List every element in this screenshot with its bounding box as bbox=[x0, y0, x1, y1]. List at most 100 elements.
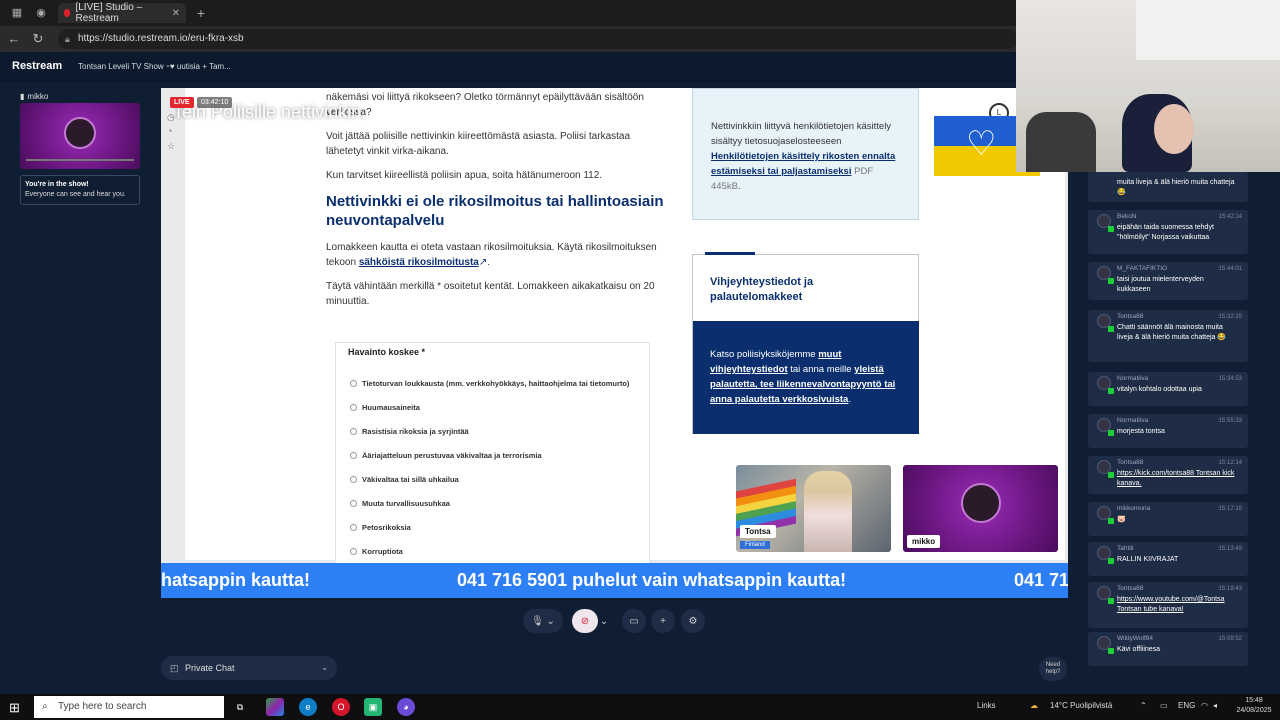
weather-icon: ☁ bbox=[1030, 701, 1038, 710]
windows-start-icon[interactable]: ⊞ bbox=[9, 700, 20, 716]
heart-icon: ♡ bbox=[966, 125, 997, 163]
radio-icon[interactable] bbox=[350, 452, 357, 459]
reload-icon[interactable]: ↻ bbox=[30, 31, 46, 47]
badge-icon bbox=[1108, 518, 1114, 524]
links-toolbar[interactable]: Links bbox=[977, 701, 996, 710]
radio-icon[interactable] bbox=[350, 548, 357, 555]
external-link-icon: ↗ bbox=[478, 257, 488, 268]
network-icon[interactable]: ▭ bbox=[1160, 701, 1168, 710]
clock[interactable]: 15:48 24/08/2025 bbox=[1232, 696, 1276, 716]
contact-title: Vihjeyhteystiedot ja palautelomakkeet bbox=[710, 276, 814, 303]
self-camera-preview[interactable] bbox=[20, 103, 140, 169]
mic-button[interactable]: 🎙︎ ⌄ bbox=[523, 609, 563, 633]
back-arrow-icon[interactable]: ← bbox=[6, 31, 22, 46]
chat-message: muita liveja & älä hieriö muita chatteja… bbox=[1088, 172, 1248, 202]
new-tab-button[interactable]: + bbox=[194, 6, 208, 20]
chat-link[interactable]: https://kick.com/tontsa88 Tontsan kick k… bbox=[1117, 469, 1239, 489]
badge-icon bbox=[1108, 472, 1114, 478]
guest-name: mikko bbox=[907, 535, 941, 548]
guest-tile-mikko[interactable]: mikko bbox=[903, 465, 1058, 552]
language-indicator[interactable]: ENG bbox=[1178, 701, 1195, 710]
chat-message: Tahtili 15:13:49 RALLIN KIIVRAJAT bbox=[1088, 542, 1248, 576]
radio-option[interactable]: Muuta turvallisuusuhkaa bbox=[350, 499, 450, 508]
share-screen-button[interactable]: ▭ bbox=[622, 609, 646, 633]
wifi-icon[interactable]: ◠ bbox=[1201, 701, 1208, 710]
radio-icon[interactable] bbox=[350, 524, 357, 531]
window-menu-icon[interactable]: ▦ bbox=[10, 6, 24, 20]
ticker-text-left: hatsappin kautta! bbox=[161, 570, 311, 590]
close-tab-icon[interactable]: ✕ bbox=[172, 8, 180, 19]
chat-feed[interactable]: muita liveja & älä hieriö muita chatteja… bbox=[1088, 172, 1248, 684]
badge-icon bbox=[1108, 226, 1114, 232]
guest-video bbox=[804, 471, 852, 552]
badge-icon bbox=[1108, 430, 1114, 436]
chat-mode-select[interactable]: ◰ Private Chat ⌄ bbox=[161, 656, 337, 680]
option-label: Huumausaineita bbox=[362, 403, 420, 412]
radio-option[interactable]: Väkivaltaa tai sillä uhkailua bbox=[350, 475, 459, 484]
gear-icon: ⚙ bbox=[688, 615, 698, 627]
discord-icon[interactable]: ◕ bbox=[397, 698, 415, 716]
taskbar-search[interactable]: ⌕ Type here to search bbox=[34, 696, 224, 718]
task-view-icon[interactable]: ⧉ bbox=[231, 698, 249, 716]
settings-button[interactable]: ⚙ bbox=[681, 609, 705, 633]
guest-tile-tontsa[interactable]: Tontsa Finland bbox=[736, 465, 891, 552]
time: 15:48 bbox=[1245, 697, 1263, 704]
chat-user: mikkomuna bbox=[1117, 505, 1151, 512]
chat-message: Normatiiva 15:55:33 morjesta tontsa bbox=[1088, 414, 1248, 448]
contact-text: Katso poliisiyksiköjemme bbox=[710, 349, 819, 360]
paragraph-1: Voit jättää poliisille nettivinkin kiire… bbox=[326, 131, 631, 157]
clock-icon: ◔ bbox=[167, 126, 173, 136]
guest-name: Tontsa bbox=[740, 525, 776, 538]
radio-icon[interactable] bbox=[350, 500, 357, 507]
badge-icon bbox=[1108, 388, 1114, 394]
radio-icon[interactable] bbox=[350, 476, 357, 483]
chat-message: Normatiiva 15:34:53 vitalyn kohtalo odot… bbox=[1088, 372, 1248, 406]
opera-icon[interactable]: O bbox=[332, 698, 350, 716]
form-title: Havainto koskee * bbox=[348, 347, 426, 357]
radio-option[interactable]: Tietoturvan loukkausta (mm. verkkohyökkä… bbox=[350, 379, 629, 388]
site-main-column: näkemäsi voi liittyä rikokseen? Oletko t… bbox=[326, 88, 666, 318]
chevron-down-icon: ⌄ bbox=[321, 663, 328, 672]
crime-report-link[interactable]: sähköistä rikosilmoitusta bbox=[359, 257, 479, 268]
contact-text: tai anna meille bbox=[787, 364, 855, 375]
radio-option[interactable]: Petosrikoksia bbox=[350, 523, 411, 532]
badge-icon bbox=[1108, 278, 1114, 284]
chat-link[interactable]: https://www.youtube.com/@Tontsa Tontsan … bbox=[1117, 595, 1239, 615]
windows-taskbar: ⊞ ⌕ Type here to search ⧉ e O ▣ ◕ Links … bbox=[0, 694, 1280, 720]
option-label: Tietoturvan loukkausta (mm. verkkohyökkä… bbox=[362, 379, 630, 388]
camera-off-button[interactable]: ⊘ bbox=[572, 609, 598, 633]
chat-user: M_FAKTAFIKTIO bbox=[1117, 265, 1168, 272]
chat-mode-label: Private Chat bbox=[185, 663, 235, 673]
cam-name: mikko bbox=[27, 92, 49, 101]
app-icon[interactable]: ▣ bbox=[364, 698, 382, 716]
contact-body: Katso poliisiyksiköjemme muut vihjeyhtey… bbox=[693, 321, 919, 434]
radio-option[interactable]: Ääriajatteluun perustuvaa väkivaltaa ja … bbox=[350, 451, 542, 460]
radio-icon[interactable] bbox=[350, 380, 357, 387]
weather-text[interactable]: 14°C Puolipilvistä bbox=[1050, 701, 1112, 710]
invite-guest-button[interactable]: + bbox=[651, 609, 675, 633]
live-badge: LIVE bbox=[170, 97, 194, 108]
chat-icon: ◰ bbox=[170, 663, 179, 673]
url-text: https://studio.restream.io/eru-fkra-xsb bbox=[78, 33, 244, 44]
radio-option[interactable]: Korruptiota bbox=[350, 547, 403, 556]
contact-box: Vihjeyhteystiedot ja palautelomakkeet Ka… bbox=[692, 252, 919, 434]
radio-icon[interactable] bbox=[350, 428, 357, 435]
volume-icon[interactable]: ◂ bbox=[1213, 701, 1217, 710]
radio-option[interactable]: Rasistisia rikoksia ja syrjintää bbox=[350, 427, 469, 436]
show-title[interactable]: Tontsan Leveli TV Show ⁃♥ uutisia + Tam.… bbox=[78, 62, 231, 71]
radio-icon[interactable] bbox=[350, 404, 357, 411]
backstage-panel: ▮ mikko You're in the show! Everyone can… bbox=[20, 92, 142, 205]
radio-option[interactable]: Huumausaineita bbox=[350, 403, 420, 412]
option-label: Korruptiota bbox=[362, 547, 403, 556]
camera-options-chevron[interactable]: ⌄ bbox=[598, 609, 610, 633]
chevron-up-icon[interactable]: ⌃ bbox=[1140, 701, 1147, 710]
chat-user: Normatiiva bbox=[1117, 417, 1149, 424]
help-button[interactable]: Need help? bbox=[1039, 657, 1067, 681]
url-field[interactable]: 🔒︎ https://studio.restream.io/eru-fkra-x… bbox=[58, 29, 1018, 49]
copilot-icon[interactable] bbox=[266, 698, 284, 716]
restream-logo[interactable]: Restream bbox=[12, 60, 62, 72]
workspaces-icon[interactable]: ◉ bbox=[34, 6, 48, 20]
chat-text: vitalyn kohtalo odottaa upia bbox=[1117, 386, 1202, 393]
edge-icon[interactable]: e bbox=[299, 698, 317, 716]
browser-tab-restream[interactable]: [LIVE] Studio – Restream ✕ bbox=[58, 2, 186, 24]
